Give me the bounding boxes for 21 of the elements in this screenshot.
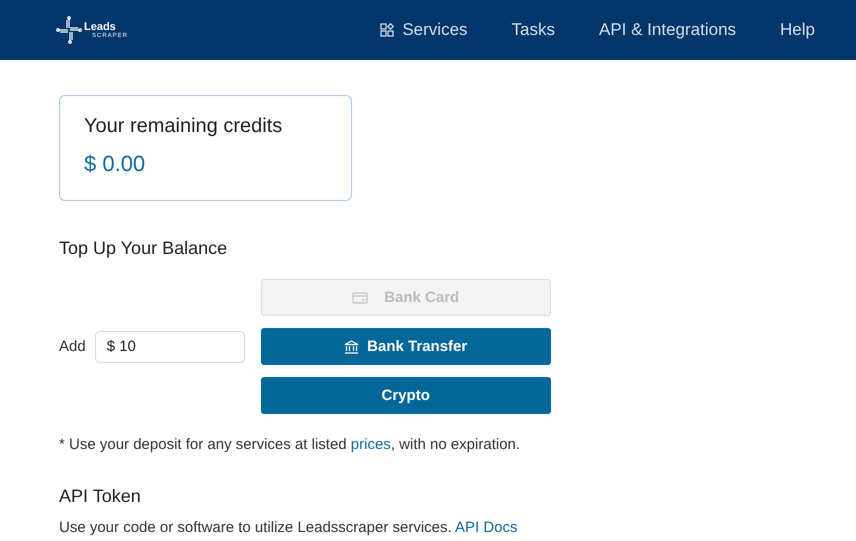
prices-link[interactable]: prices: [350, 436, 391, 453]
bank-icon: [344, 340, 360, 354]
amount-input[interactable]: $ 10: [94, 330, 245, 362]
card-icon: [352, 292, 368, 304]
add-label: Add: [59, 338, 86, 355]
nav-link[interactable]: API & Integrations: [599, 20, 736, 40]
circuit-logo-icon: [56, 16, 82, 44]
credits-amount: $ 0.00: [84, 151, 146, 177]
payment-button[interactable]: Crypto: [260, 377, 551, 414]
credits-title: Your remaining credits: [84, 115, 284, 138]
nav-link[interactable]: Services: [380, 20, 468, 40]
payment-button[interactable]: Bank Transfer: [260, 328, 551, 365]
section-heading: Top Up Your Balance: [59, 238, 228, 259]
logo-text: Leads: [84, 22, 117, 32]
section-heading: API Token: [59, 486, 142, 507]
api-docs-link[interactable]: API Docs: [455, 519, 518, 536]
deposit-note: * Use your deposit for any services at listed prices, with no expiration.: [59, 436, 522, 453]
nav-link[interactable]: Tasks: [512, 20, 555, 40]
nav-link[interactable]: Help: [780, 20, 815, 40]
api-description: Use your code or software to utilize Leadsscraper services. API Docs: [59, 519, 519, 536]
grid-icon: [380, 23, 394, 37]
